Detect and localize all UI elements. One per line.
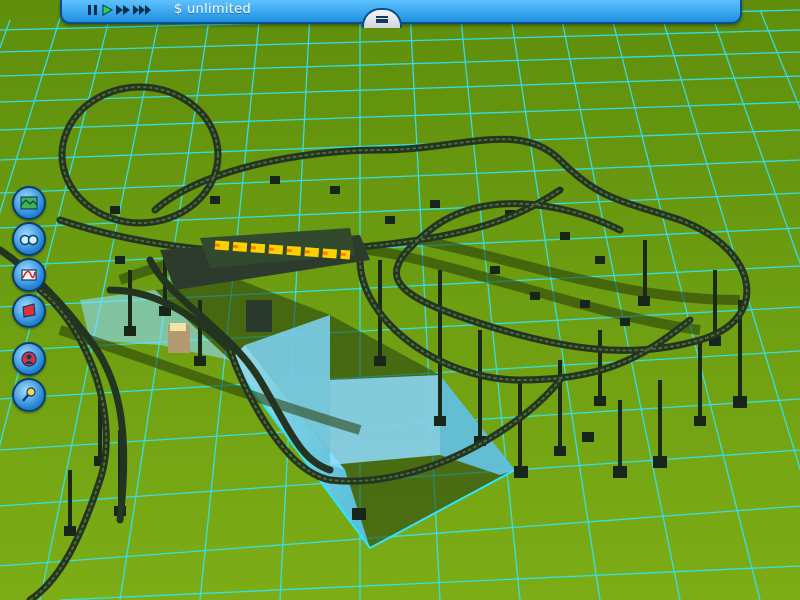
terrain-tool-button[interactable] (12, 186, 46, 220)
fastest-button[interactable] (132, 3, 154, 17)
play-icon (102, 4, 114, 16)
menu-icon (376, 16, 388, 23)
finances-button[interactable] (12, 378, 46, 412)
park-guests-button[interactable] (12, 222, 46, 256)
game-viewport[interactable] (0, 0, 800, 600)
fast-forward-icon (116, 5, 130, 15)
finance-icon (22, 387, 36, 402)
staff-icon (21, 351, 37, 367)
pause-button[interactable] (86, 3, 100, 17)
terrain-icon (20, 196, 38, 210)
fastest-icon (133, 5, 151, 15)
pause-icon (88, 5, 97, 15)
fast-forward-button[interactable] (114, 3, 132, 17)
scenery-icon (22, 303, 36, 318)
ride-icon (21, 269, 37, 281)
top-control-bar: $ unlimited (60, 0, 742, 28)
staff-button[interactable] (12, 342, 46, 376)
rides-button[interactable] (12, 258, 46, 292)
scenery-button[interactable] (12, 294, 46, 328)
main-menu-tab[interactable] (362, 8, 402, 28)
glasses-icon (19, 234, 39, 246)
money-display: $ unlimited (174, 2, 252, 17)
play-button[interactable] (100, 3, 114, 17)
